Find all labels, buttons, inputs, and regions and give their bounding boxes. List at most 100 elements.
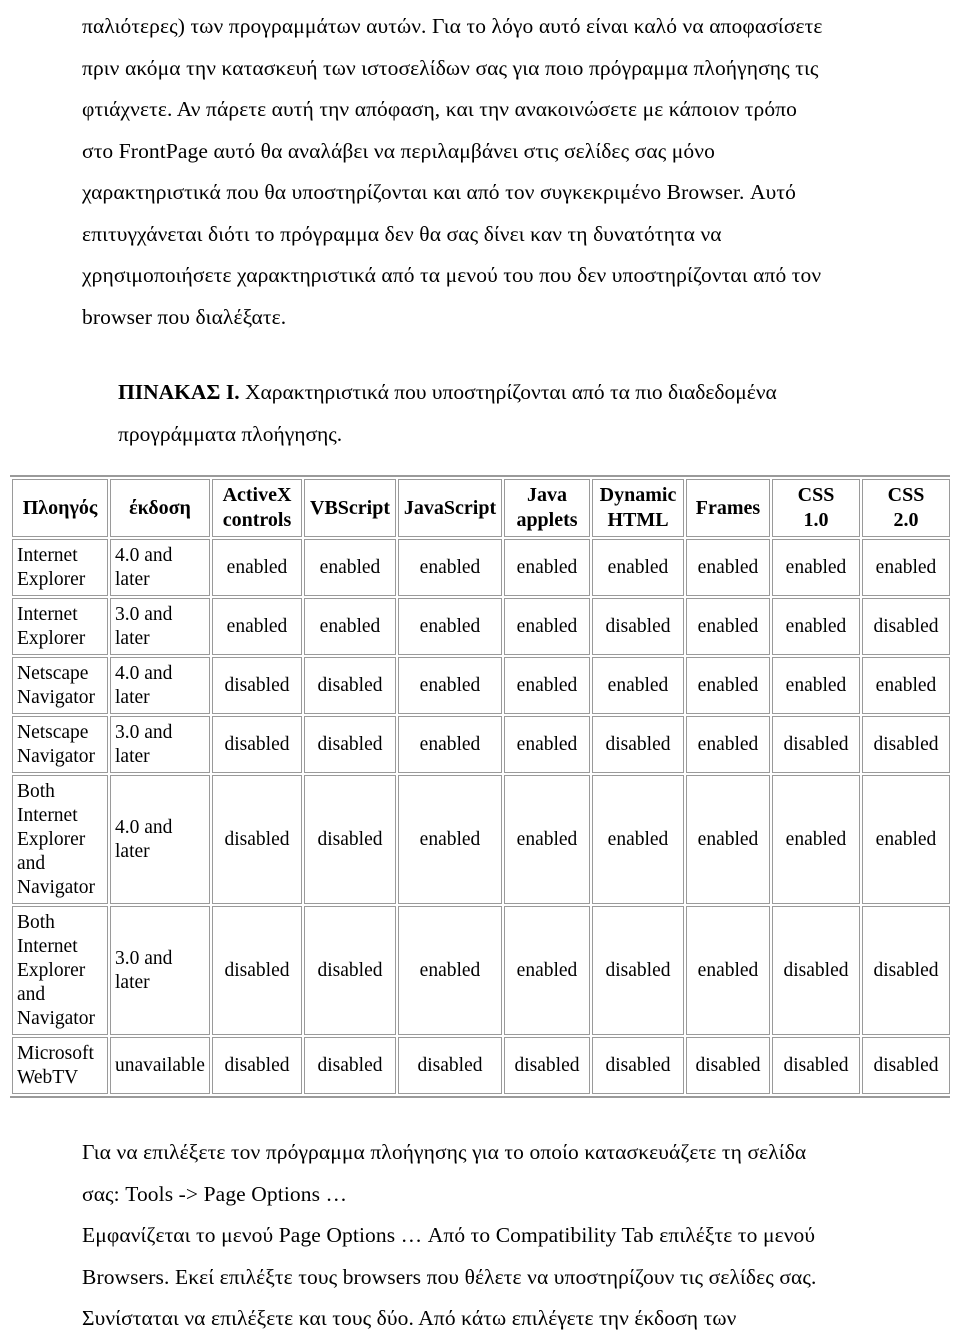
table-bottom-rule xyxy=(10,1096,950,1098)
table-caption-line-1: ΠΙΝΑΚΑΣ I. Χαρακτηριστικά που υποστηρίζο… xyxy=(118,372,878,414)
table-caption-line-2: προγράμματα πλοήγησης. xyxy=(118,421,343,446)
cell-text-line: Navigator xyxy=(17,746,95,767)
cell-text-line: 4.0 and xyxy=(115,662,173,684)
cell-support-dynamic-html: enabled xyxy=(592,539,684,596)
table-header: Πλοηγός έκδοση ActiveX controls VBScript … xyxy=(12,479,950,537)
cell-text-line: 4.0 and xyxy=(115,544,173,566)
cell-support-activex-controls: enabled xyxy=(212,539,302,596)
cell-support-css-1-0: enabled xyxy=(772,598,860,655)
cell-text-line: 4.0 and xyxy=(115,816,173,838)
cell-support-css-2-0: enabled xyxy=(862,539,950,596)
cell-text-line: Both xyxy=(17,912,55,933)
cell-browser-name: Both Internet Explorer and Navigator xyxy=(12,775,108,904)
top-paragraph: παλιότερες) των προγραμμάτων αυτών. Για … xyxy=(82,0,878,338)
table-row: Netscape Navigator 3.0 and later disabled dis… xyxy=(12,716,950,773)
paragraph-line: φτιάχνετε. Αν πάρετε αυτή την απόφαση, κ… xyxy=(82,97,797,121)
header-line: JavaScript xyxy=(403,496,497,519)
table-caption-text: Χαρακτηριστικά που υποστηρίζονται από τα… xyxy=(239,380,777,404)
paragraph-line: Για να επιλέξετε τον πρόγραμμα πλοήγησης… xyxy=(82,1140,807,1164)
header-line: CSS xyxy=(887,484,925,506)
cell-version: 3.0 and later xyxy=(110,716,210,773)
paragraph-line: χαρακτηριστικά που θα υποστηρίζονται και… xyxy=(82,180,796,204)
cell-text-line: Internet xyxy=(17,604,78,625)
cell-text-line: Microsoft xyxy=(17,1043,94,1064)
cell-text-line: 3.0 and xyxy=(115,603,173,625)
cell-text-line: later xyxy=(115,840,150,862)
cell-support-dynamic-html: disabled xyxy=(592,716,684,773)
column-header-dynamic-html: Dynamic HTML xyxy=(592,479,684,537)
paragraph-line: παλιότερες) των προγραμμάτων αυτών. Για … xyxy=(82,14,823,38)
cell-text-line: later xyxy=(115,568,150,590)
cell-version: unavailable xyxy=(110,1037,210,1094)
header-line: VBScript xyxy=(310,496,390,519)
cell-support-javascript: enabled xyxy=(398,598,502,655)
cell-text-line: Netscape xyxy=(17,663,89,684)
cell-support-css-2-0: disabled xyxy=(862,716,950,773)
cell-support-java-applets: enabled xyxy=(504,775,590,904)
cell-text-line: Netscape xyxy=(17,722,89,743)
cell-support-frames: enabled xyxy=(686,775,770,904)
cell-support-frames: disabled xyxy=(686,1037,770,1094)
cell-text-line: later xyxy=(115,745,150,767)
cell-browser-name: Netscape Navigator xyxy=(12,657,108,714)
table-row: Microsoft WebTV unavailable disabled disable… xyxy=(12,1037,950,1094)
caption-table-gap xyxy=(82,455,878,475)
cell-support-vbscript: disabled xyxy=(304,1037,396,1094)
cell-support-dynamic-html: disabled xyxy=(592,1037,684,1094)
cell-support-css-2-0: disabled xyxy=(862,906,950,1035)
cell-support-vbscript: disabled xyxy=(304,657,396,714)
cell-text-line: later xyxy=(115,627,150,649)
cell-support-css-1-0: disabled xyxy=(772,1037,860,1094)
cell-text-line: Both xyxy=(17,781,55,802)
cell-support-css-2-0: enabled xyxy=(862,657,950,714)
column-header-java-applets: Java applets xyxy=(504,479,590,537)
cell-support-javascript: enabled xyxy=(398,775,502,904)
table-row: Both Internet Explorer and Navigator 3.0 and l… xyxy=(12,906,950,1035)
cell-support-vbscript: enabled xyxy=(304,539,396,596)
cell-text-line: Explorer xyxy=(17,829,86,850)
cell-version: 4.0 and later xyxy=(110,657,210,714)
cell-support-css-1-0: disabled xyxy=(772,716,860,773)
cell-text-line: Internet xyxy=(17,936,78,957)
cell-browser-name: Netscape Navigator xyxy=(12,716,108,773)
paragraph-line: browser που διαλέξατε. xyxy=(82,304,287,329)
document-page: παλιότερες) των προγραμμάτων αυτών. Για … xyxy=(0,0,960,1330)
browser-compatibility-table: Πλοηγός έκδοση ActiveX controls VBScript … xyxy=(10,477,952,1096)
table-row: Internet Explorer 4.0 and later enabled enabl… xyxy=(12,539,950,596)
cell-text-line: Navigator xyxy=(17,687,95,708)
column-header-version: έκδοση xyxy=(110,479,210,537)
paragraph-line: επιτυγχάνεται διότι το πρόγραμμα δεν θα … xyxy=(82,221,722,246)
cell-version: 3.0 and later xyxy=(110,598,210,655)
cell-support-java-applets: enabled xyxy=(504,598,590,655)
cell-browser-name: Internet Explorer xyxy=(12,539,108,596)
cell-support-java-applets: enabled xyxy=(504,716,590,773)
column-header-activex-controls: ActiveX controls xyxy=(212,479,302,537)
column-header-javascript: JavaScript xyxy=(398,479,502,537)
cell-support-css-1-0: enabled xyxy=(772,775,860,904)
cell-browser-name: Microsoft WebTV xyxy=(12,1037,108,1094)
header-line: Frames xyxy=(695,496,761,519)
cell-support-css-1-0: disabled xyxy=(772,906,860,1035)
cell-browser-name: Internet Explorer xyxy=(12,598,108,655)
cell-support-dynamic-html: disabled xyxy=(592,906,684,1035)
cell-support-javascript: disabled xyxy=(398,1037,502,1094)
header-line: έκδοση xyxy=(129,496,191,519)
cell-text-line: Internet xyxy=(17,805,78,826)
bottom-paragraph: Για να επιλέξετε τον πρόγραμμα πλοήγησης… xyxy=(82,1132,878,1340)
paragraph-line: Browsers. Εκεί επιλέξτε τους browsers πο… xyxy=(82,1264,817,1289)
paragraph-line: Εμφανίζεται το μενού Page Options … Από … xyxy=(82,1223,816,1247)
paragraph-line: χρησιμοποιήσετε χαρακτηριστικά από τα με… xyxy=(82,263,822,287)
cell-support-css-2-0: disabled xyxy=(862,1037,950,1094)
paragraph-line: πριν ακόμα την κατασκευή των ιστοσελίδων… xyxy=(82,55,819,80)
cell-support-css-1-0: enabled xyxy=(772,539,860,596)
cell-text-line: Explorer xyxy=(17,628,86,649)
cell-support-java-applets: enabled xyxy=(504,657,590,714)
table-paragraph-gap xyxy=(82,1098,878,1132)
cell-support-activex-controls: disabled xyxy=(212,657,302,714)
table-body: Internet Explorer 4.0 and later enabled enabl… xyxy=(12,539,950,1094)
header-line: HTML xyxy=(607,509,669,531)
cell-version: 3.0 and later xyxy=(110,906,210,1035)
cell-text-line: later xyxy=(115,971,150,993)
cell-support-activex-controls: disabled xyxy=(212,1037,302,1094)
column-header-css-1-0: CSS 1.0 xyxy=(772,479,860,537)
